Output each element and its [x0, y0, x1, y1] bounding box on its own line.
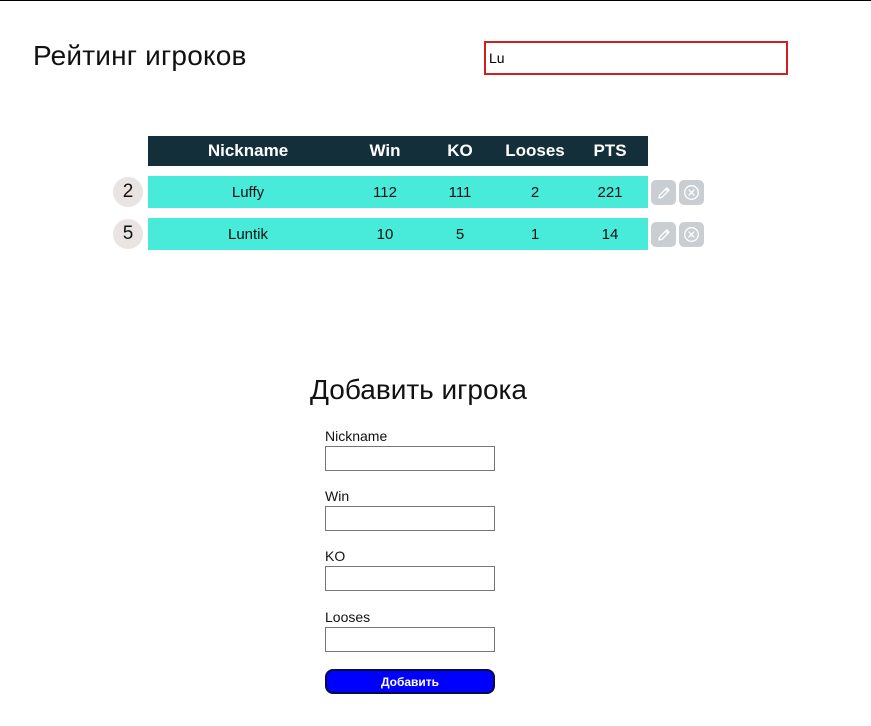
win-field[interactable] — [325, 506, 495, 531]
cell-ko: 5 — [455, 225, 465, 243]
column-header-ko[interactable]: KO — [422, 136, 498, 166]
cell-pts: 14 — [601, 225, 619, 243]
ko-label: KO — [325, 548, 346, 564]
column-header-win[interactable]: Win — [348, 136, 422, 166]
delete-button[interactable] — [679, 180, 704, 205]
nickname-label: Nickname — [325, 428, 388, 444]
cell-pts: 221 — [597, 183, 623, 201]
cell-win: 112 — [373, 183, 397, 201]
win-label: Win — [325, 488, 350, 504]
pencil-icon — [656, 185, 672, 201]
column-header-nickname[interactable]: Nickname — [148, 136, 348, 166]
looses-field[interactable] — [325, 627, 495, 652]
table-header: Nickname Win KO Looses PTS — [148, 136, 648, 166]
add-player-button[interactable]: Добавить — [325, 669, 495, 694]
page-title: Рейтинг игроков — [33, 40, 247, 71]
page: Рейтинг игроков Nickname Win KO Looses P… — [0, 0, 871, 726]
ko-field[interactable] — [325, 566, 495, 591]
rank-badge: 2 — [113, 177, 143, 207]
pencil-icon — [656, 227, 672, 243]
search-input[interactable] — [484, 41, 788, 75]
form-title: Добавить игрока — [310, 374, 527, 405]
looses-label: Looses — [325, 609, 371, 625]
column-header-looses[interactable]: Looses — [498, 136, 572, 166]
table-row: Luntik 10 5 1 14 — [148, 218, 648, 250]
delete-button[interactable] — [679, 222, 704, 247]
top-divider — [0, 0, 871, 1]
cell-looses: 2 — [530, 183, 540, 201]
rank-badge: 5 — [113, 219, 143, 249]
cell-win: 10 — [376, 225, 394, 243]
cell-nickname: Luffy — [231, 183, 265, 201]
close-circle-icon — [683, 226, 700, 243]
cell-looses: 1 — [530, 225, 540, 243]
edit-button[interactable] — [651, 222, 676, 247]
nickname-field[interactable] — [325, 446, 495, 471]
edit-button[interactable] — [651, 180, 676, 205]
cell-nickname: Luntik — [227, 225, 269, 243]
cell-ko: 111 — [448, 183, 472, 201]
close-circle-icon — [683, 184, 700, 201]
table-row: Luffy 112 111 2 221 — [148, 176, 648, 208]
column-header-pts[interactable]: PTS — [572, 136, 648, 166]
